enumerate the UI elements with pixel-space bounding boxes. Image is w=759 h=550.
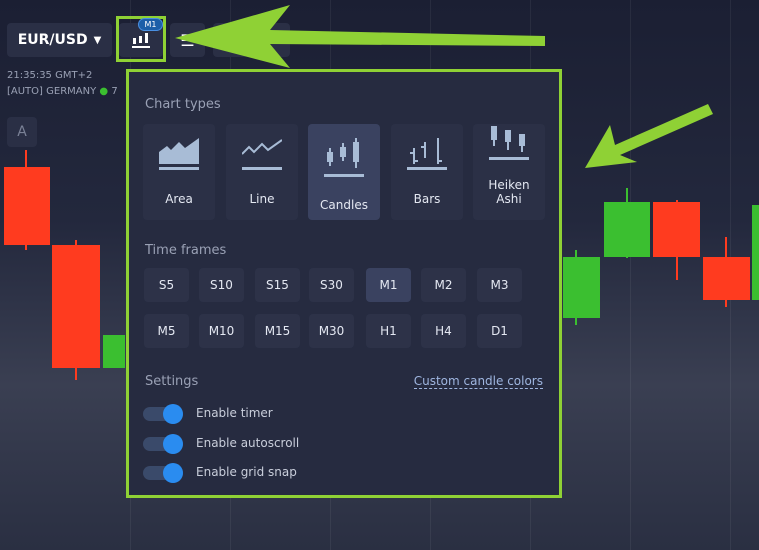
line-chart-icon — [242, 139, 282, 170]
chart-type-heiken-ashi[interactable]: Heiken Ashi — [473, 124, 545, 220]
enable-timer-label: Enable timer — [196, 406, 273, 420]
heiken-ashi-icon — [489, 126, 529, 160]
timeframe-h1[interactable]: H1 — [366, 314, 411, 348]
enable-timer-toggle[interactable] — [143, 404, 183, 424]
enable-autoscroll-label: Enable autoscroll — [196, 436, 300, 450]
enable-autoscroll-toggle[interactable] — [143, 434, 183, 454]
timeframe-d1[interactable]: D1 — [477, 314, 522, 348]
chart-type-label: Heiken Ashi — [488, 178, 530, 206]
chart-type-line[interactable]: Line — [226, 124, 298, 220]
timeframe-s30[interactable]: S30 — [309, 268, 354, 302]
custom-candle-colors-link[interactable]: Custom candle colors — [413, 374, 543, 389]
chart-type-label: Line — [249, 192, 275, 206]
region-info: [AUTO] GERMANY ● 7 — [7, 86, 118, 97]
enable-grid-snap-toggle[interactable] — [143, 463, 183, 483]
side-button[interactable]: A — [7, 117, 37, 147]
timeframe-s5[interactable]: S5 — [144, 268, 189, 302]
enable-grid-snap-label: Enable grid snap — [196, 465, 297, 479]
chart-type-label: Bars — [413, 192, 441, 206]
timeframe-m10[interactable]: M10 — [199, 314, 244, 348]
candle-bull — [103, 335, 125, 368]
candles-icon — [324, 138, 364, 177]
pair-label: EUR/USD — [17, 32, 88, 48]
arrow-annotation-icon — [585, 104, 713, 168]
candle-bull — [563, 257, 600, 318]
timeframe-m2[interactable]: M2 — [421, 268, 466, 302]
candle-bear — [703, 257, 750, 300]
chevron-down-icon: ▼ — [93, 34, 102, 46]
bars-icon — [407, 138, 447, 170]
server-time: 21:35:35 GMT+2 — [7, 70, 93, 81]
candle-bear — [52, 245, 100, 368]
candle-bear — [653, 202, 700, 257]
candle-bear — [4, 167, 50, 245]
time-frames-title: Time frames — [145, 243, 227, 258]
settings-title: Settings — [145, 374, 199, 389]
timeframe-m3[interactable]: M3 — [477, 268, 522, 302]
chart-type-bars[interactable]: Bars — [391, 124, 463, 220]
chart-type-candles[interactable]: Candles — [308, 124, 380, 220]
candle-bull — [604, 202, 650, 257]
timeframe-m1[interactable]: M1 — [366, 268, 411, 302]
status-dot-icon: ● — [99, 86, 109, 97]
region-label: [AUTO] GERMANY — [7, 86, 97, 97]
timeframe-badge: M1 — [138, 18, 163, 31]
timeframe-s15[interactable]: S15 — [255, 268, 300, 302]
chart-type-label: Area — [165, 192, 193, 206]
timeframe-m30[interactable]: M30 — [309, 314, 354, 348]
arrow-annotation-icon — [175, 5, 545, 68]
timeframe-h4[interactable]: H4 — [421, 314, 466, 348]
candle-bull — [752, 205, 759, 300]
timeframe-m15[interactable]: M15 — [255, 314, 300, 348]
chart-type-area[interactable]: Area — [143, 124, 215, 220]
asset-selector[interactable]: EUR/USD ▼ — [7, 23, 112, 57]
area-chart-icon — [159, 138, 199, 170]
chart-type-label: Candles — [320, 198, 368, 212]
region-suffix: 7 — [111, 86, 118, 97]
chart-types-title: Chart types — [145, 97, 221, 112]
timeframe-m5[interactable]: M5 — [144, 314, 189, 348]
timeframe-s10[interactable]: S10 — [199, 268, 244, 302]
chart-settings-popup: Chart types Area Line Candles Bars Heike… — [126, 69, 562, 498]
